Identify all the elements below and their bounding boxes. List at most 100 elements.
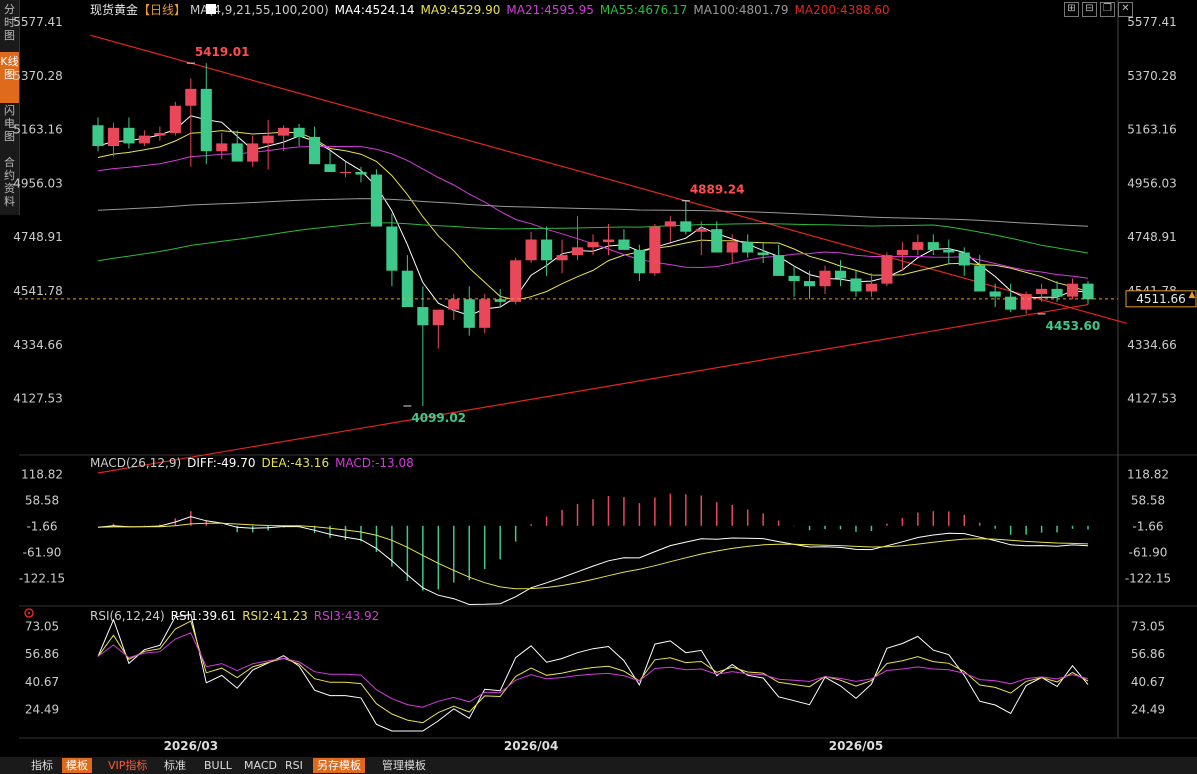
candle-down <box>92 125 104 147</box>
rsi-tick-label-left: 40.67 <box>25 675 59 689</box>
toolbar-tab[interactable]: 另存模板 <box>313 758 365 773</box>
ma-value: MA100:4801.79 <box>693 3 788 17</box>
toolbar-tab[interactable]: BULL <box>200 758 236 773</box>
price-tick-label-left: 4334.66 <box>13 338 63 352</box>
restore-icon[interactable]: ❐ <box>1100 2 1115 17</box>
candle-down <box>757 252 769 256</box>
candle-down <box>1051 288 1063 297</box>
macd-tick-label-right: 118.82 <box>1127 468 1169 482</box>
x-tick-label: 2026/03 <box>164 739 218 753</box>
price-tick-label-left: 4748.91 <box>13 230 63 244</box>
candle-up <box>571 247 584 256</box>
price-tick-label-right: 5370.28 <box>1127 69 1177 83</box>
toolbar-tab[interactable]: 管理模板 <box>378 758 430 773</box>
candle-up <box>262 135 274 144</box>
candle-down <box>293 127 305 137</box>
toolbar-tab[interactable]: VIP指标 <box>104 758 151 773</box>
candle-up <box>510 260 522 302</box>
candle-down <box>958 252 970 266</box>
ma100-line <box>97 198 1089 227</box>
candle-up <box>881 255 893 284</box>
candle-up <box>649 226 661 274</box>
candle-up <box>912 242 924 250</box>
macd-tick-label-right: 58.58 <box>1131 494 1165 508</box>
candle-up <box>556 255 568 261</box>
candle-down <box>324 164 336 172</box>
grid-icon[interactable]: ⊟ <box>1082 2 1097 17</box>
price-tick-label-right: 4956.03 <box>1127 176 1177 190</box>
candle-up <box>664 221 676 227</box>
close-icon[interactable]: ✕ <box>1118 2 1133 17</box>
rsi-marker-dot <box>27 611 31 615</box>
candle-down <box>850 278 862 292</box>
candle-up <box>726 242 738 253</box>
price-pointer-icon: ▲ <box>1189 290 1196 300</box>
candle-up <box>1066 283 1079 297</box>
ma-value: MA200:4388.60 <box>795 3 890 17</box>
candle-down <box>711 229 723 253</box>
rsi-tick-label-left: 24.49 <box>25 703 59 717</box>
grid <box>19 0 1197 739</box>
crosshair-icon[interactable]: ⊞ <box>1064 2 1079 17</box>
price-annotation: 4453.60 <box>1046 319 1101 333</box>
candle-up <box>247 143 259 162</box>
candle-down <box>974 265 986 292</box>
macd-diff-line <box>97 516 1089 606</box>
settings-checkbox-icon <box>206 4 216 14</box>
candle-up <box>602 239 615 243</box>
price-tick-label-left: 5163.16 <box>13 123 63 137</box>
candle-up <box>339 171 352 173</box>
toolbar-tab[interactable]: RSI <box>281 758 307 773</box>
macd-value: DIFF:-49.70 <box>187 456 255 470</box>
rsi-value: RSI3:43.92 <box>314 609 380 623</box>
macd-tick-label-left: -122.15 <box>19 571 65 585</box>
candle-down <box>773 255 785 276</box>
ma-value: MA21:4595.95 <box>506 3 594 17</box>
resistance-trendline <box>90 34 1127 324</box>
macd-dea-line <box>97 522 1089 590</box>
period-label: 【日线】 <box>138 3 186 17</box>
ma21-line <box>97 146 1089 279</box>
candle-down <box>541 239 553 261</box>
candle-down <box>1082 283 1094 300</box>
toolbar-tab[interactable]: 指标 <box>27 758 57 773</box>
candle-down <box>231 143 243 162</box>
panel-headers: 现货黄金【日线】 MA(4,9,21,55,100,200) MA4:4524.14… <box>24 2 890 623</box>
candle-up <box>216 143 228 152</box>
macd-value: MACD:-13.08 <box>335 456 414 470</box>
macd-panel <box>97 493 1089 606</box>
price-tick-label-right: 4334.66 <box>1127 338 1177 352</box>
ma-value: MA9:4529.90 <box>421 3 501 17</box>
toolbar-tab[interactable]: MACD <box>240 758 281 773</box>
rsi-tick-label-right: 24.49 <box>1131 703 1165 717</box>
candle-down <box>989 291 1001 297</box>
candle-down <box>401 270 413 308</box>
chart-canvas[interactable]: 5419.01 4889.24 4099.02 4453.60 5577.41 5577… <box>0 0 1197 757</box>
candle-up <box>865 283 878 292</box>
candle-up <box>896 249 908 256</box>
rsi-tick-label-right: 56.86 <box>1131 647 1165 661</box>
ma-value: MA4:4524.14 <box>335 3 415 17</box>
macd-tick-label-left: -1.66 <box>26 519 57 533</box>
price-tick-label-left: 4541.78 <box>13 284 63 298</box>
candle-down <box>943 249 955 253</box>
x-tick-label: 2026/05 <box>829 739 883 753</box>
ma-value: MA55:4676.17 <box>600 3 688 17</box>
macd-tick-label-right: -122.15 <box>1125 571 1171 585</box>
rsi-value: RSI1:39.61 <box>171 609 237 623</box>
current-price-label: 4511.66 <box>1136 292 1186 306</box>
toolbar-tab[interactable]: 标准 <box>160 758 190 773</box>
rsi-tick-label-right: 40.67 <box>1131 675 1165 689</box>
candle-down <box>355 171 367 175</box>
candle-down <box>494 299 506 302</box>
rsi-tick-label-right: 73.05 <box>1131 620 1165 634</box>
toolbar-tab[interactable]: 模板 <box>62 758 92 773</box>
candle-up <box>587 242 599 248</box>
candle-up <box>1020 294 1032 310</box>
macd-label: MACD(26,12,9) <box>90 456 181 470</box>
candle-down <box>633 249 645 274</box>
candle-down <box>200 88 212 152</box>
rsi-value: RSI2:41.23 <box>242 609 308 623</box>
candle-up <box>154 133 166 136</box>
rsi3-line <box>97 632 1089 708</box>
